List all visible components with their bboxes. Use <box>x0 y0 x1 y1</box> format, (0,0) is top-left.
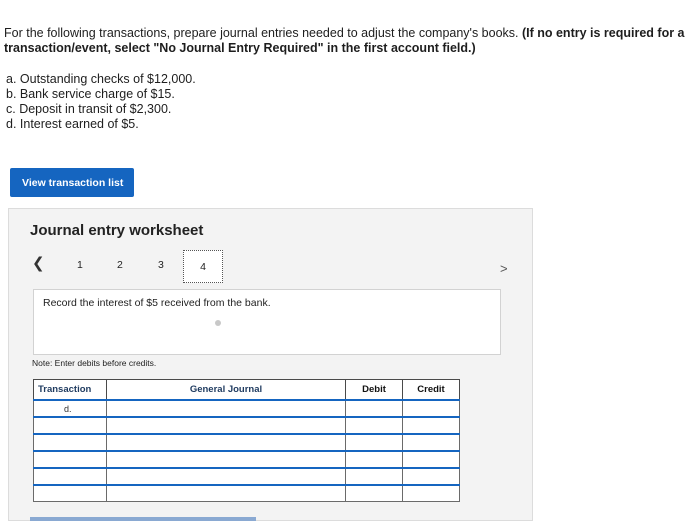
table-row <box>33 450 460 469</box>
credit-cell[interactable] <box>402 484 460 502</box>
page-tab-4-current[interactable]: 4 <box>183 250 223 283</box>
instructions: For the following transactions, prepare … <box>4 26 694 56</box>
header-transaction: Transaction <box>33 379 107 401</box>
transaction-item: c. Deposit in transit of $2,300. <box>6 102 172 116</box>
table-row: d. <box>33 399 460 418</box>
header-credit: Credit <box>402 379 460 401</box>
chevron-left-icon[interactable]: ❮ <box>32 254 45 272</box>
header-general-journal: General Journal <box>106 379 346 401</box>
account-cell[interactable] <box>106 484 346 502</box>
transaction-cell <box>33 450 107 469</box>
transaction-cell <box>33 433 107 452</box>
note-text: Note: Enter debits before credits. <box>32 358 157 368</box>
journal-entry-table: Transaction General Journal Debit Credit… <box>33 379 460 502</box>
account-cell[interactable] <box>106 416 346 435</box>
credit-cell[interactable] <box>402 467 460 486</box>
page-tab-2[interactable]: 2 <box>117 259 123 271</box>
transaction-cell: d. <box>33 399 107 418</box>
debit-cell[interactable] <box>345 450 403 469</box>
transaction-item: d. Interest earned of $5. <box>6 117 139 131</box>
table-row <box>33 467 460 486</box>
transaction-cell <box>33 467 107 486</box>
page-tab-1[interactable]: 1 <box>77 259 83 271</box>
transaction-list: a. Outstanding checks of $12,000. b. Ban… <box>6 72 196 132</box>
account-cell[interactable] <box>106 450 346 469</box>
page-tab-3[interactable]: 3 <box>158 259 164 271</box>
transaction-item: a. Outstanding checks of $12,000. <box>6 72 196 86</box>
debit-cell[interactable] <box>345 467 403 486</box>
page: For the following transactions, prepare … <box>0 0 700 521</box>
transaction-cell <box>33 416 107 435</box>
prompt-text: Record the interest of $5 received from … <box>43 297 271 309</box>
table-row <box>33 416 460 435</box>
transaction-item: b. Bank service charge of $15. <box>6 87 175 101</box>
worksheet-title: Journal entry worksheet <box>30 222 204 239</box>
account-cell[interactable] <box>106 399 346 418</box>
debit-cell[interactable] <box>345 399 403 418</box>
chevron-right-icon[interactable]: > <box>500 261 508 276</box>
transaction-cell <box>33 484 107 502</box>
table-header-row: Transaction General Journal Debit Credit <box>33 379 460 401</box>
view-transaction-list-button[interactable]: View transaction list <box>10 168 134 197</box>
table-row <box>33 433 460 452</box>
debit-cell[interactable] <box>345 416 403 435</box>
table-row <box>33 484 460 502</box>
prompt-box: Record the interest of $5 received from … <box>33 289 501 355</box>
credit-cell[interactable] <box>402 433 460 452</box>
header-debit: Debit <box>345 379 403 401</box>
cursor-indicator <box>215 320 221 326</box>
credit-cell[interactable] <box>402 450 460 469</box>
journal-entry-worksheet: Journal entry worksheet ❮ 1 2 3 4 > Reco… <box>8 208 533 521</box>
scroll-indicator-bar <box>30 517 256 521</box>
debit-cell[interactable] <box>345 484 403 502</box>
account-cell[interactable] <box>106 433 346 452</box>
credit-cell[interactable] <box>402 416 460 435</box>
credit-cell[interactable] <box>402 399 460 418</box>
account-cell[interactable] <box>106 467 346 486</box>
debit-cell[interactable] <box>345 433 403 452</box>
instructions-text: For the following transactions, prepare … <box>4 26 522 40</box>
